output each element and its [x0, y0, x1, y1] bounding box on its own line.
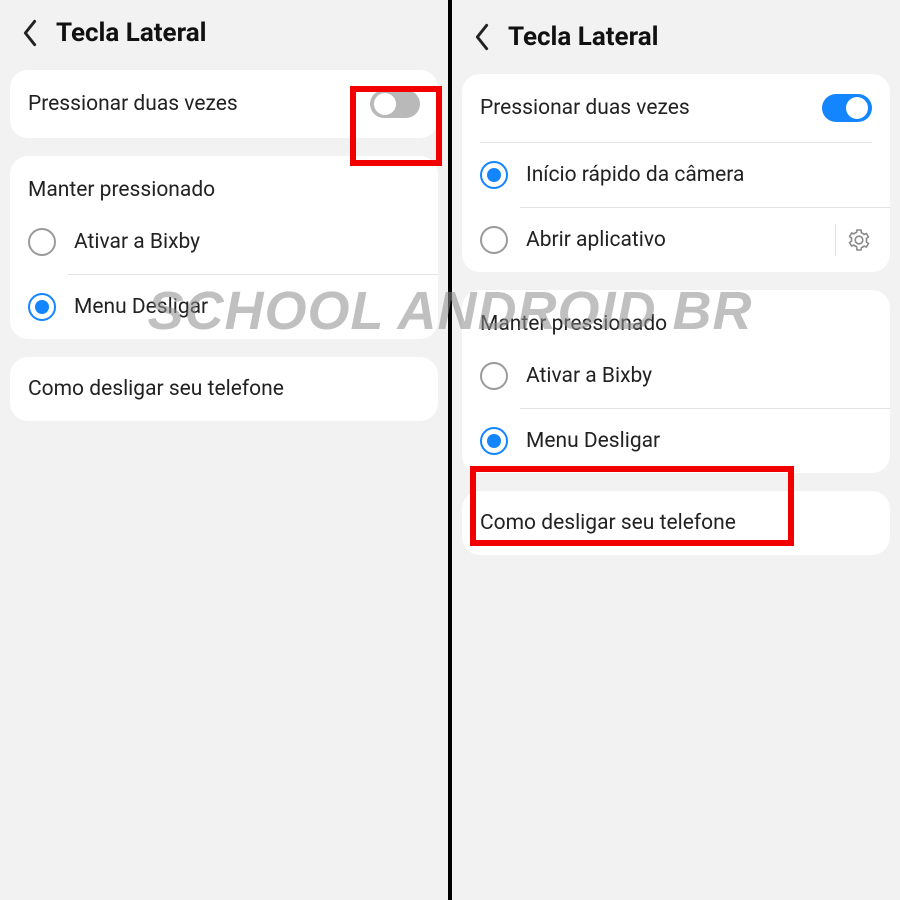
page-title: Tecla Lateral	[56, 18, 207, 48]
radio-label: Início rápido da câmera	[526, 163, 872, 187]
page-title: Tecla Lateral	[508, 22, 659, 52]
how-to-turn-off-link[interactable]: Como desligar seu telefone	[10, 357, 438, 421]
radio-label: Ativar a Bixby	[74, 230, 420, 254]
radio-option-menu-desligar[interactable]: Menu Desligar	[10, 275, 438, 339]
double-press-label: Pressionar duas vezes	[480, 96, 822, 120]
how-to-turn-off-link[interactable]: Como desligar seu telefone	[462, 491, 890, 555]
hold-section-title: Manter pressionado	[462, 290, 890, 344]
radio-icon[interactable]	[480, 362, 508, 390]
double-press-toggle[interactable]	[822, 94, 872, 122]
radio-option-camera[interactable]: Início rápido da câmera	[462, 143, 890, 207]
hold-section-title: Manter pressionado	[10, 156, 438, 210]
double-press-toggle[interactable]	[370, 90, 420, 118]
radio-label: Abrir aplicativo	[526, 228, 823, 252]
radio-icon[interactable]	[28, 293, 56, 321]
radio-option-open-app[interactable]: Abrir aplicativo	[462, 208, 890, 272]
radio-icon[interactable]	[480, 427, 508, 455]
gear-icon[interactable]	[846, 227, 872, 253]
footer-label: Como desligar seu telefone	[480, 511, 872, 535]
radio-option-bixby[interactable]: Ativar a Bixby	[10, 210, 438, 274]
footer-card: Como desligar seu telefone	[462, 491, 890, 555]
hold-card: Manter pressionado Ativar a Bixby Menu D…	[462, 290, 890, 473]
double-press-row[interactable]: Pressionar duas vezes	[462, 74, 890, 142]
footer-label: Como desligar seu telefone	[28, 377, 420, 401]
radio-icon[interactable]	[480, 226, 508, 254]
double-press-row[interactable]: Pressionar duas vezes	[10, 70, 438, 138]
hold-card: Manter pressionado Ativar a Bixby Menu D…	[10, 156, 438, 339]
separator	[835, 224, 836, 256]
radio-option-bixby[interactable]: Ativar a Bixby	[462, 344, 890, 408]
right-screenshot: Tecla Lateral Pressionar duas vezes Iníc…	[452, 0, 900, 900]
radio-option-menu-desligar[interactable]: Menu Desligar	[462, 409, 890, 473]
radio-label: Menu Desligar	[526, 429, 872, 453]
radio-label: Ativar a Bixby	[526, 364, 872, 388]
radio-label: Menu Desligar	[74, 295, 420, 319]
left-screenshot: Tecla Lateral Pressionar duas vezes Mant…	[0, 0, 448, 900]
double-press-card: Pressionar duas vezes	[10, 70, 438, 138]
radio-icon[interactable]	[28, 228, 56, 256]
header: Tecla Lateral	[452, 0, 900, 74]
back-icon[interactable]	[16, 19, 44, 47]
header: Tecla Lateral	[0, 0, 448, 70]
double-press-label: Pressionar duas vezes	[28, 92, 370, 116]
back-icon[interactable]	[468, 23, 496, 51]
footer-card: Como desligar seu telefone	[10, 357, 438, 421]
radio-icon[interactable]	[480, 161, 508, 189]
double-press-card: Pressionar duas vezes Início rápido da c…	[462, 74, 890, 272]
